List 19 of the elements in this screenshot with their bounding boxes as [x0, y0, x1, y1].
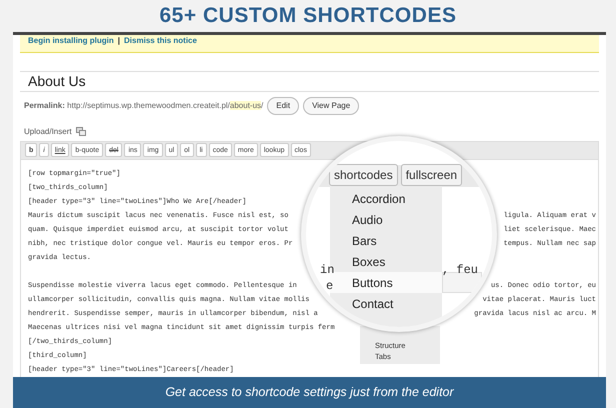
upload-insert-label: Upload/Insert — [24, 126, 72, 138]
title-field[interactable]: About Us — [28, 70, 86, 92]
dropdown-item[interactable]: Contact — [330, 293, 442, 314]
media-icon[interactable] — [76, 127, 86, 136]
dropdown-item[interactable]: Accordion — [330, 188, 442, 209]
caption-text: Get access to shortcode settings just from the editor — [165, 384, 454, 401]
permalink-button[interactable]: Edit — [267, 96, 300, 114]
notice-link[interactable]: Begin installing plugin — [28, 34, 114, 46]
dropdown-item[interactable]: Audio — [330, 209, 442, 230]
permalink-button[interactable]: View Page — [303, 96, 360, 114]
editor-button[interactable]: fullscreen — [400, 164, 462, 186]
dropdown-item[interactable]: Bars — [330, 230, 442, 251]
banner-title: 65+ CUSTOM SHORTCODES — [159, 3, 457, 29]
magnified-code: , feu — [442, 262, 478, 279]
editor-button[interactable]: shortcodes — [329, 164, 398, 186]
notice-link[interactable]: Dismiss this notice — [124, 34, 197, 46]
notice-separator: | — [118, 34, 120, 46]
permalink-text: Permalink: http://septimus.wp.themewoodmen.createit.pl/about-us/ — [24, 100, 264, 112]
submenu-panel — [442, 272, 482, 293]
